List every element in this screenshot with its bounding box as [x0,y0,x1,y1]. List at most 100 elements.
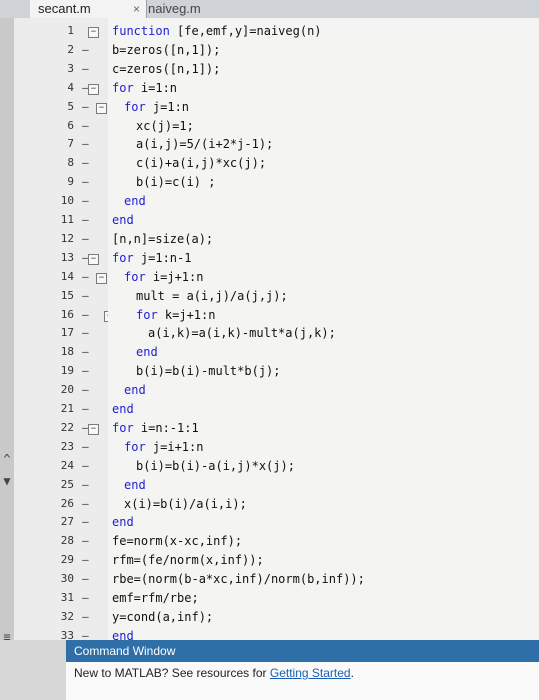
breakpoint-dash[interactable]: – [82,497,89,510]
breakpoint-dash[interactable]: – [82,119,89,132]
code-line[interactable]: rfm=(fe/norm(x,inf)); [112,553,264,567]
code-line[interactable]: b(i)=c(i) ; [136,175,215,189]
code-editor[interactable]: function [fe,emf,y]=naiveg(n) b=zeros([n,… [108,18,539,643]
breakpoint-dash[interactable]: – [82,591,89,604]
code-line[interactable]: end [124,383,146,397]
breakpoint-dash[interactable]: – [82,440,89,453]
chevron-down-icon[interactable]: ▼ [0,474,14,488]
breakpoint-dash[interactable]: – [82,62,89,75]
command-window-message-end: . [350,666,354,680]
line-number: 13 [60,250,74,264]
line-number: 11 [60,213,74,226]
breakpoint-dash[interactable]: – [82,232,89,245]
line-number-gutter: 1 2–3–4–5–6–7–8–9–10–11–12–13–14–15–16–17… [14,18,115,642]
line-number: 22 [60,420,74,434]
line-number: 21 [60,402,74,415]
breakpoint-dash[interactable]: – [82,43,89,56]
line-number: 17 [60,326,74,340]
code-line[interactable]: for j=i+1:n [124,440,203,454]
line-number: 16 [60,307,74,321]
code-line[interactable]: for i=1:n [112,81,177,95]
code-line[interactable]: c(i)+a(i,j)*xc(j); [136,156,266,170]
command-window-body[interactable]: New to MATLAB? See resources for Getting… [66,662,539,700]
breakpoint-dash[interactable]: – [82,572,89,585]
breakpoint-dash[interactable]: – [82,137,89,150]
getting-started-link[interactable]: Getting Started [270,666,351,680]
command-window-title: Command Window [66,640,539,662]
line-number: 10 [60,194,74,208]
line-number: 24 [60,458,74,472]
code-line[interactable]: emf=rfm/rbe; [112,591,199,605]
chevron-up-icon[interactable]: ^ [0,452,14,466]
breakpoint-dash[interactable]: – [82,534,89,547]
line-number: 4 [67,80,74,94]
fold-toggle-icon[interactable]: − [96,102,107,114]
breakpoint-dash[interactable]: – [82,610,89,623]
code-line[interactable]: x(i)=b(i)/a(i,i); [124,497,247,511]
code-line[interactable]: end [124,194,146,208]
breakpoint-dash[interactable]: – [82,345,89,358]
code-line[interactable]: c=zeros([n,1]); [112,62,220,76]
code-line[interactable]: end [112,515,134,529]
left-control-strip: ^ ▼ ≡ [0,18,14,644]
fold-toggle-icon[interactable]: − [88,423,99,435]
line-number: 30 [60,572,74,586]
breakpoint-dash[interactable]: – [82,459,89,472]
code-line[interactable]: b=zeros([n,1]); [112,43,220,57]
code-line[interactable]: end [136,345,158,359]
code-line[interactable]: end [112,213,134,227]
code-line[interactable]: for i=j+1:n [124,270,203,284]
breakpoint-dash[interactable]: – [82,478,89,491]
line-number: 20 [60,383,74,397]
code-line[interactable]: a(i,j)=5/(i+2*j-1); [136,137,273,151]
code-line[interactable]: function [fe,emf,y]=naiveg(n) [112,24,322,38]
breakpoint-dash[interactable]: – [82,553,89,566]
line-number: 7 [67,137,74,151]
breakpoint-dash[interactable]: – [82,308,89,321]
breakpoint-dash[interactable]: – [82,100,89,113]
code-line[interactable]: b(i)=b(i)-mult*b(j); [136,364,281,378]
breakpoint-dash[interactable]: – [82,326,89,339]
editor-tab-bar: secant.m × naiveg.m [0,0,539,19]
breakpoint-dash[interactable]: – [82,364,89,377]
line-number: 6 [67,118,74,132]
code-line[interactable]: fe=norm(x-xc,inf); [112,534,242,548]
line-number: 29 [60,553,74,567]
breakpoint-dash[interactable]: – [82,175,89,188]
line-number: 23 [60,439,74,453]
fold-toggle-icon[interactable]: − [88,253,99,265]
close-icon[interactable]: × [133,0,140,18]
line-number: 15 [60,288,74,302]
breakpoint-dash[interactable]: – [82,383,89,396]
breakpoint-dash[interactable]: – [82,289,89,302]
code-line[interactable]: for j=1:n [124,100,189,114]
breakpoint-dash[interactable]: – [82,402,89,415]
code-line[interactable]: b(i)=b(i)-a(i,j)*x(j); [136,459,295,473]
code-line[interactable]: a(i,k)=a(i,k)-mult*a(j,k); [148,326,336,340]
fold-toggle-icon[interactable]: − [88,27,99,38]
tab-secant[interactable]: secant.m × [30,0,147,18]
line-number: 27 [60,515,74,529]
tab-label: naiveg.m [148,1,201,16]
code-line[interactable]: for j=1:n-1 [112,251,191,265]
breakpoint-dash[interactable]: – [82,194,89,207]
breakpoint-dash[interactable]: – [82,213,89,226]
line-number: 14 [60,269,74,283]
code-line[interactable]: end [112,402,134,416]
code-line[interactable]: xc(j)=1; [136,119,194,133]
code-line[interactable]: [n,n]=size(a); [112,232,213,246]
tab-naiveg[interactable]: naiveg.m [140,0,236,18]
fold-toggle-icon[interactable]: − [88,83,99,95]
line-number: 18 [60,345,74,359]
code-line[interactable]: for k=j+1:n [136,308,215,322]
code-line[interactable]: end [124,478,146,492]
code-line[interactable]: rbe=(norm(b-a*xc,inf)/norm(b,inf)); [112,572,365,586]
breakpoint-dash[interactable]: – [82,515,89,528]
breakpoint-dash[interactable]: – [82,270,89,283]
breakpoint-dash[interactable]: – [82,156,89,169]
code-line[interactable]: y=cond(a,inf); [112,610,213,624]
code-line[interactable]: for i=n:-1:1 [112,421,199,435]
code-line[interactable]: mult = a(i,j)/a(j,j); [136,289,288,303]
line-number: 26 [60,496,74,510]
fold-toggle-icon[interactable]: − [96,272,107,284]
